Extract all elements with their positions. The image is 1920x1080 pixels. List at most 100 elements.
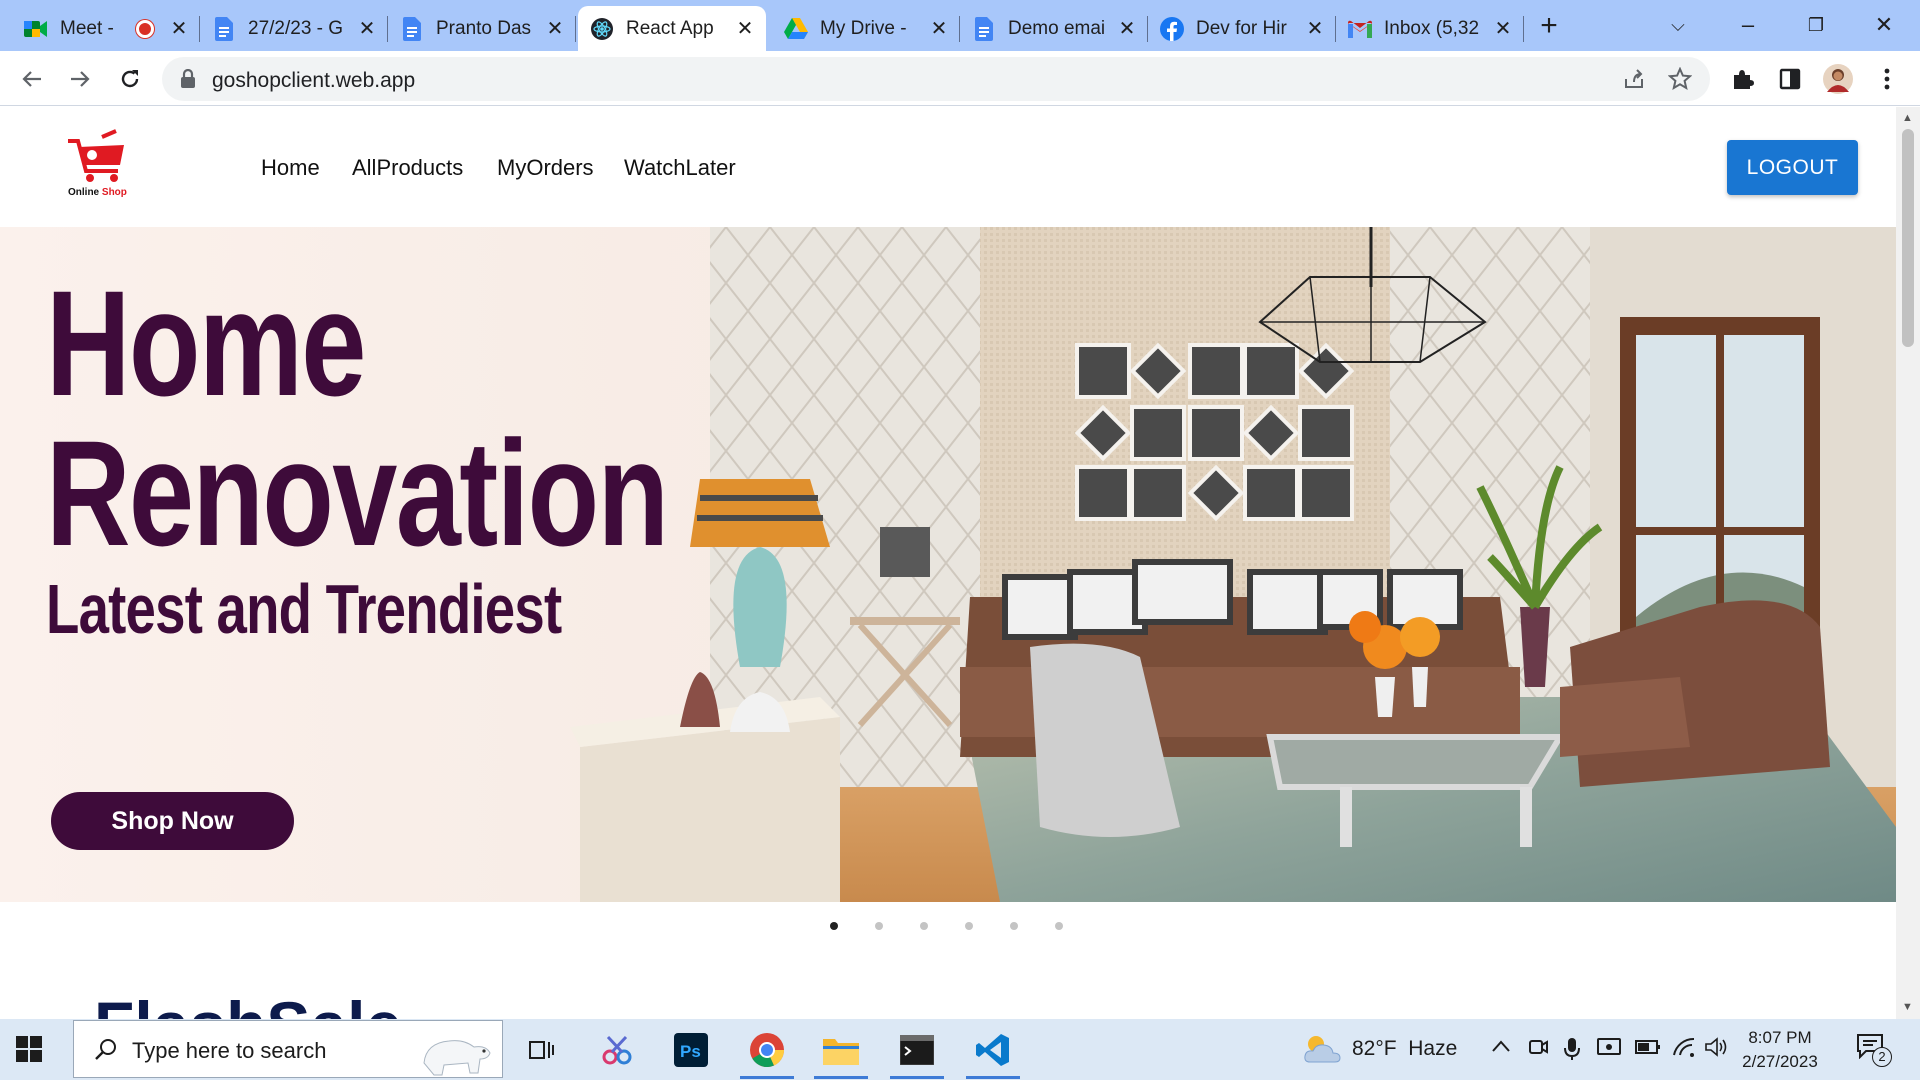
forward-button[interactable] <box>62 61 98 97</box>
profile-avatar[interactable] <box>1823 64 1853 94</box>
weather-widget[interactable]: 82°F Haze <box>1302 1031 1457 1067</box>
tab-title: My Drive - <box>820 17 907 39</box>
carousel-indicators <box>0 917 1896 937</box>
close-tab-icon[interactable]: ✕ <box>1492 16 1514 41</box>
chrome-menu-icon[interactable] <box>1872 64 1902 94</box>
task-view-icon <box>529 1041 554 1059</box>
carousel-dot-3[interactable] <box>920 922 928 930</box>
tab-gmail-inbox[interactable]: Inbox (5,32 ✕ <box>1336 6 1524 51</box>
show-hidden-icons-chevron-icon[interactable] <box>1491 1037 1511 1058</box>
tab-title: React App <box>626 17 714 39</box>
chrome-icon <box>750 1033 784 1067</box>
close-tab-icon[interactable]: ✕ <box>356 16 378 41</box>
scroll-up-arrow-icon[interactable]: ▲ <box>1902 112 1913 124</box>
tab-my-drive[interactable]: My Drive - ✕ <box>772 6 960 51</box>
tab-docs-27-2-23[interactable]: 27/2/23 - G ✕ <box>200 6 388 51</box>
carousel-dot-1[interactable] <box>830 922 838 930</box>
logout-button[interactable]: LOGOUT <box>1727 140 1858 195</box>
close-tab-icon[interactable]: ✕ <box>1116 16 1138 41</box>
photoshop-button[interactable]: Ps <box>656 1025 726 1075</box>
weather-text: 82°F Haze <box>1352 1037 1458 1060</box>
clock-time: 8:07 PM <box>1748 1028 1812 1047</box>
svg-text:Ps: Ps <box>680 1042 701 1061</box>
weather-cloud-sun-icon <box>1304 1036 1341 1063</box>
tab-react-app[interactable]: React App ✕ <box>578 6 766 51</box>
minimize-button[interactable]: – <box>1726 8 1770 42</box>
tab-demo-email[interactable]: Demo emai ✕ <box>960 6 1148 51</box>
carousel-dot-4[interactable] <box>965 922 973 930</box>
browser-tab-strip: Meet - ✕ 27/2/23 - G ✕ Pranto Das ✕ Reac… <box>0 0 1920 51</box>
restore-button[interactable]: ❐ <box>1794 8 1838 42</box>
shop-now-button[interactable]: Shop Now <box>51 792 294 850</box>
vscode-icon <box>976 1034 1009 1066</box>
windows-taskbar: Type here to search Ps 82°F Haze 8:07 PM… <box>0 1019 1920 1080</box>
search-icon <box>95 1039 116 1060</box>
task-view-button[interactable] <box>506 1025 576 1075</box>
taskbar-search-box[interactable]: Type here to search <box>73 1020 503 1078</box>
close-window-button[interactable]: ✕ <box>1862 8 1906 42</box>
scroll-down-arrow-icon[interactable]: ▼ <box>1902 1001 1913 1013</box>
site-header: Online Shop Home AllProducts MyOrders Wa… <box>0 107 1896 227</box>
carousel-dot-5[interactable] <box>1010 922 1018 930</box>
clock-date: 2/27/2023 <box>1742 1052 1818 1071</box>
nav-home[interactable]: Home <box>261 155 320 181</box>
back-arrow-icon <box>22 71 41 87</box>
nav-my-orders[interactable]: MyOrders <box>497 155 594 181</box>
snipping-tool-icon <box>602 1035 632 1065</box>
tab-title: Pranto Das <box>436 17 532 39</box>
close-tab-icon[interactable]: ✕ <box>928 16 950 41</box>
close-tab-icon[interactable]: ✕ <box>734 16 756 41</box>
terminal-button[interactable] <box>882 1025 952 1079</box>
logo-text: Online Shop <box>68 187 127 198</box>
file-explorer-button[interactable] <box>806 1025 876 1079</box>
tab-title: Inbox (5,32 <box>1384 17 1480 39</box>
carousel-dot-6[interactable] <box>1055 922 1063 930</box>
scrollbar-thumb[interactable] <box>1902 129 1914 347</box>
battery-icon[interactable] <box>1635 1037 1661 1062</box>
share-icon[interactable] <box>1622 67 1646 96</box>
hero-headline-home: Home <box>46 259 366 427</box>
tab-docs-pranto-das[interactable]: Pranto Das ✕ <box>388 6 576 51</box>
hero-banner[interactable]: Home Renovation Latest and Trendiest Sho… <box>0 227 1896 902</box>
google-meet-icon <box>24 17 48 41</box>
microphone-icon[interactable] <box>1564 1037 1580 1066</box>
vscode-button[interactable] <box>958 1025 1028 1079</box>
lock-icon[interactable] <box>180 68 196 94</box>
close-tab-icon[interactable]: ✕ <box>544 16 566 41</box>
notification-count-badge: 2 <box>1872 1047 1892 1067</box>
carousel-dot-2[interactable] <box>875 922 883 930</box>
tab-search-chevron-icon[interactable]: ⌵ <box>1656 8 1700 42</box>
bookmark-star-icon[interactable] <box>1667 66 1693 96</box>
forward-arrow-icon <box>71 71 90 87</box>
snipping-tool-button[interactable] <box>582 1025 652 1075</box>
close-tab-icon[interactable]: ✕ <box>168 16 190 41</box>
address-bar[interactable]: goshopclient.web.app <box>162 57 1710 101</box>
page-scrollbar[interactable]: ▲ ▼ <box>1896 107 1920 1019</box>
folder-icon <box>823 1039 859 1065</box>
hero-subheadline: Latest and Trendiest <box>46 570 562 648</box>
tab-meet[interactable]: Meet - ✕ <box>12 6 200 51</box>
google-drive-icon <box>784 17 808 41</box>
windows-start-icon[interactable] <box>16 1036 42 1062</box>
back-button[interactable] <box>14 61 50 97</box>
chrome-taskbar-button[interactable] <box>732 1025 802 1079</box>
nav-watch-later[interactable]: WatchLater <box>624 155 736 181</box>
tab-separator <box>575 16 576 42</box>
wifi-icon[interactable] <box>1672 1037 1696 1062</box>
google-docs-icon <box>212 16 236 41</box>
side-panel-icon[interactable] <box>1775 64 1805 94</box>
tab-title: Meet - <box>60 17 114 39</box>
system-clock[interactable]: 8:07 PM 2/27/2023 <box>1726 1026 1834 1074</box>
meet-now-icon[interactable] <box>1528 1037 1548 1064</box>
notification-center-button[interactable]: 2 <box>1856 1033 1892 1067</box>
tab-dev-for-hire[interactable]: Dev for Hir ✕ <box>1148 6 1336 51</box>
gmail-icon <box>1348 17 1372 41</box>
close-tab-icon[interactable]: ✕ <box>1304 16 1326 41</box>
url-text: goshopclient.web.app <box>212 69 416 92</box>
new-tab-button[interactable]: + <box>1532 10 1566 44</box>
screen-sharing-icon[interactable] <box>1597 1037 1621 1064</box>
online-shop-logo[interactable]: Online Shop <box>66 127 132 207</box>
nav-all-products[interactable]: AllProducts <box>352 155 463 181</box>
reload-button[interactable] <box>112 61 148 97</box>
extensions-puzzle-icon[interactable] <box>1728 64 1758 94</box>
